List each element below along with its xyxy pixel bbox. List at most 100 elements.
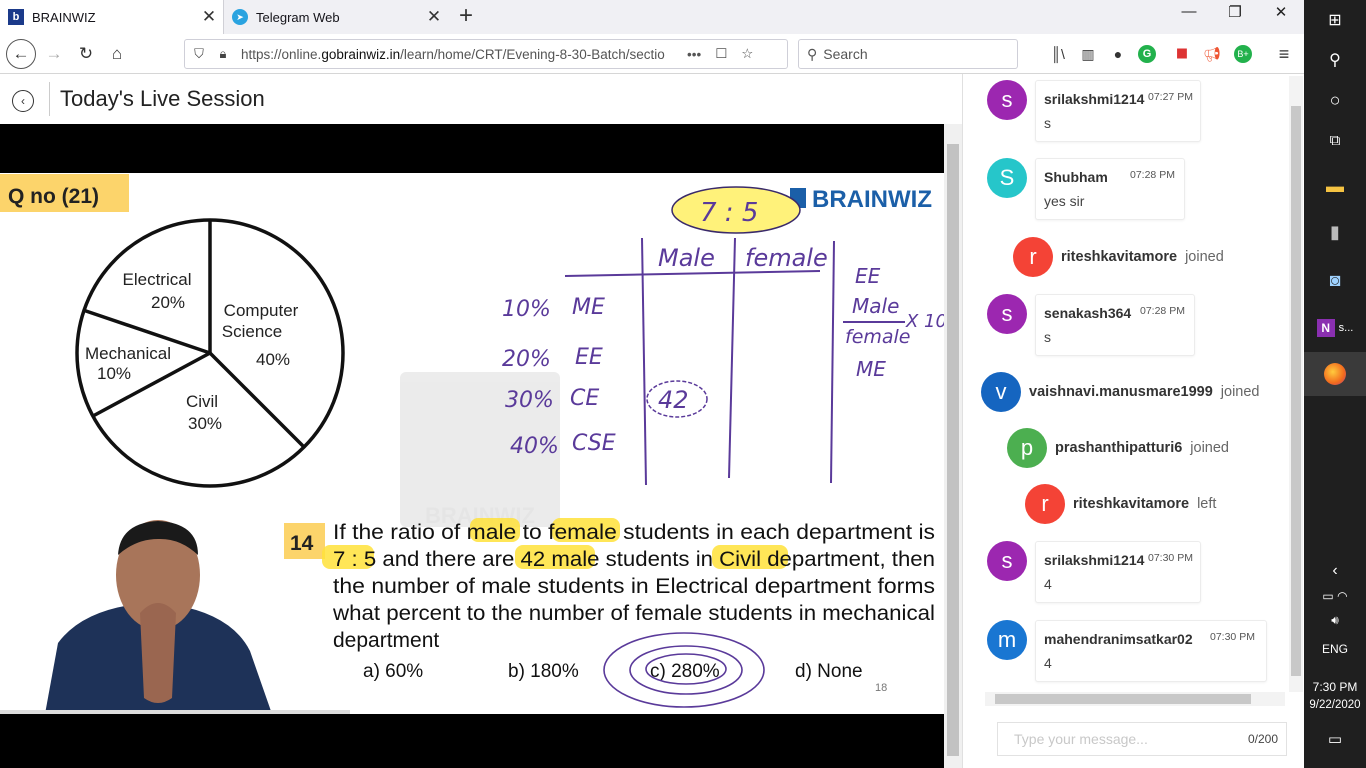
close-tab-icon[interactable]: ✕ [424, 7, 444, 27]
question-line: the number of male students in Electrica… [333, 575, 935, 598]
ratio-note: 7 : 5 [700, 198, 758, 228]
chat-input-placeholder: Type your message... [1014, 731, 1148, 747]
sender-name: srilakshmi1214 [1044, 91, 1145, 107]
account-icon[interactable]: ● [1108, 44, 1128, 64]
content-scrollbar[interactable] [944, 124, 962, 768]
slide-canvas: Q no (21) BRAINWIZ BRAINWIZ Electrical 2… [0, 174, 944, 714]
pie-label-name: Computer [224, 301, 299, 320]
camera-icon[interactable]: ◙ [1304, 264, 1366, 296]
dept-note: CSE [572, 431, 616, 456]
windows-start-icon[interactable]: ⊞ [1304, 6, 1366, 34]
cortana-icon[interactable]: ○ [1304, 86, 1366, 114]
lecture-slide: Q no (21) BRAINWIZ BRAINWIZ Electrical 2… [0, 173, 944, 714]
pct-note: 10% [502, 297, 551, 322]
grammarly-icon[interactable]: G [1138, 45, 1156, 63]
clock-time[interactable]: 7:30 PM [1304, 679, 1366, 695]
chat-message: mahendranimsatkar02 07:30 PM 4 [1035, 620, 1267, 682]
pie-label-name: Science [222, 322, 282, 341]
new-tab-button[interactable]: + [454, 2, 478, 30]
firefox-icon [1324, 363, 1346, 385]
page-actions-button[interactable]: ••• [687, 47, 701, 62]
back-circle-icon[interactable]: ‹ [12, 90, 34, 112]
browser-tab-bar: b BRAINWIZ ✕ ➤ Telegram Web ✕ + — ❐ ✕ [0, 0, 1304, 34]
extension-b-icon[interactable]: B+ [1234, 45, 1252, 63]
event-user: riteshkavitamore [1061, 249, 1178, 265]
bookmark-star-icon[interactable]: ☆ [741, 46, 753, 62]
usb-device-icon[interactable]: ▮ [1304, 216, 1366, 248]
language-indicator[interactable]: ENG [1304, 640, 1366, 658]
clock-date[interactable]: 9/22/2020 [1304, 697, 1366, 713]
pie-label-pct: 20% [151, 293, 185, 312]
library-icon[interactable]: ║\ [1048, 44, 1068, 64]
chat-horizontal-scrollbar[interactable] [985, 692, 1285, 706]
event-user: vaishnavi.manusmare1999 [1029, 384, 1213, 400]
live-video-player[interactable]: Q no (21) BRAINWIZ BRAINWIZ Electrical 2… [0, 124, 944, 768]
close-window-button[interactable]: ✕ [1258, 3, 1304, 21]
network-battery-icon[interactable]: ▭ ◠ [1304, 586, 1366, 606]
close-tab-icon[interactable]: ✕ [199, 7, 219, 27]
url-text[interactable]: https://online.gobrainwiz.in/learn/home/… [241, 47, 681, 62]
event-action: joined [1220, 384, 1260, 400]
sender-name: srilakshmi1214 [1044, 552, 1145, 568]
megaphone-icon[interactable]: 📢︎ [1202, 44, 1222, 64]
file-explorer-icon[interactable]: ▬ [1304, 170, 1366, 202]
chat-event: v vaishnavi.manusmare1999 joined [981, 372, 1259, 412]
onenote-taskbar-item[interactable]: N s... [1304, 312, 1366, 344]
home-button[interactable]: ⌂ [103, 40, 131, 68]
tab-brainwiz[interactable]: b BRAINWIZ ✕ [0, 0, 224, 34]
lock-icon[interactable]: 🔒︎ [213, 46, 233, 62]
option-d: d) None [795, 661, 863, 682]
event-action: left [1197, 496, 1217, 512]
svg-text:BRAINWIZ: BRAINWIZ [812, 186, 932, 213]
chat-panel: s srilakshmi1214 07:27 PM s S Shubham 07… [962, 74, 1304, 768]
menu-icon[interactable]: ≡ [1274, 44, 1294, 64]
chat-event: r riteshkavitamore left [1025, 484, 1216, 524]
tab-telegram[interactable]: ➤ Telegram Web ✕ [224, 0, 448, 34]
volume-icon[interactable]: 🔊︎ [1304, 610, 1366, 630]
forward-button[interactable]: → [40, 40, 68, 68]
side-note: ME [856, 357, 886, 381]
event-action: joined [1185, 249, 1224, 265]
circled-value-note: 42 [658, 386, 689, 414]
message-time: 07:28 PM [1130, 169, 1175, 181]
firefox-taskbar-item[interactable] [1304, 352, 1366, 396]
option-c: c) 280% [650, 661, 720, 682]
chat-message-input[interactable]: Type your message... 0/200 [997, 722, 1287, 756]
chat-scrollbar[interactable] [1289, 76, 1303, 692]
chat-hscroll-thumb[interactable] [995, 694, 1251, 704]
sender-name: senakash364 [1044, 305, 1132, 321]
onenote-icon: N [1316, 319, 1335, 337]
avatar: S [987, 158, 1027, 198]
shield-icon[interactable]: ⛉ [189, 46, 209, 62]
action-center-icon[interactable]: ▭ [1304, 728, 1366, 750]
extension-icon[interactable]: ⯀ [1172, 44, 1192, 64]
event-user: riteshkavitamore [1073, 496, 1190, 512]
minimize-button[interactable]: — [1166, 3, 1212, 20]
task-view-icon[interactable]: ⧉ [1304, 126, 1366, 154]
reload-button[interactable]: ↻ [72, 40, 100, 68]
option-a: a) 60% [363, 661, 423, 682]
pct-note: 40% [510, 434, 559, 459]
search-icon[interactable]: ⚲ [1304, 46, 1366, 74]
sidebar-icon[interactable]: ▥ [1078, 44, 1098, 64]
pocket-icon[interactable]: ☐ [715, 46, 727, 62]
side-note: female [845, 326, 911, 348]
url-bar[interactable]: ⛉ 🔒︎ https://online.gobrainwiz.in/learn/… [184, 39, 788, 69]
avatar: v [981, 372, 1021, 412]
maximize-button[interactable]: ❐ [1212, 3, 1258, 21]
pct-note: 30% [505, 388, 554, 413]
message-time: 07:28 PM [1140, 305, 1185, 317]
avatar: p [1007, 428, 1047, 468]
message-text: 4 [1044, 655, 1052, 671]
event-user: prashanthipatturi6 [1055, 440, 1183, 456]
scrollbar-thumb[interactable] [947, 144, 959, 756]
male-column-header: Male [658, 244, 715, 272]
back-button[interactable]: ← [6, 39, 36, 69]
message-time: 07:30 PM [1210, 631, 1255, 643]
show-hidden-icons-chevron-icon[interactable]: ‹ [1304, 560, 1366, 582]
avatar: r [1013, 237, 1053, 277]
brainwiz-logo: BRAINWIZ [790, 186, 932, 213]
dept-note: ME [572, 295, 605, 320]
search-input[interactable]: ⚲ Search [798, 39, 1018, 69]
chat-scrollbar-thumb[interactable] [1291, 106, 1301, 676]
